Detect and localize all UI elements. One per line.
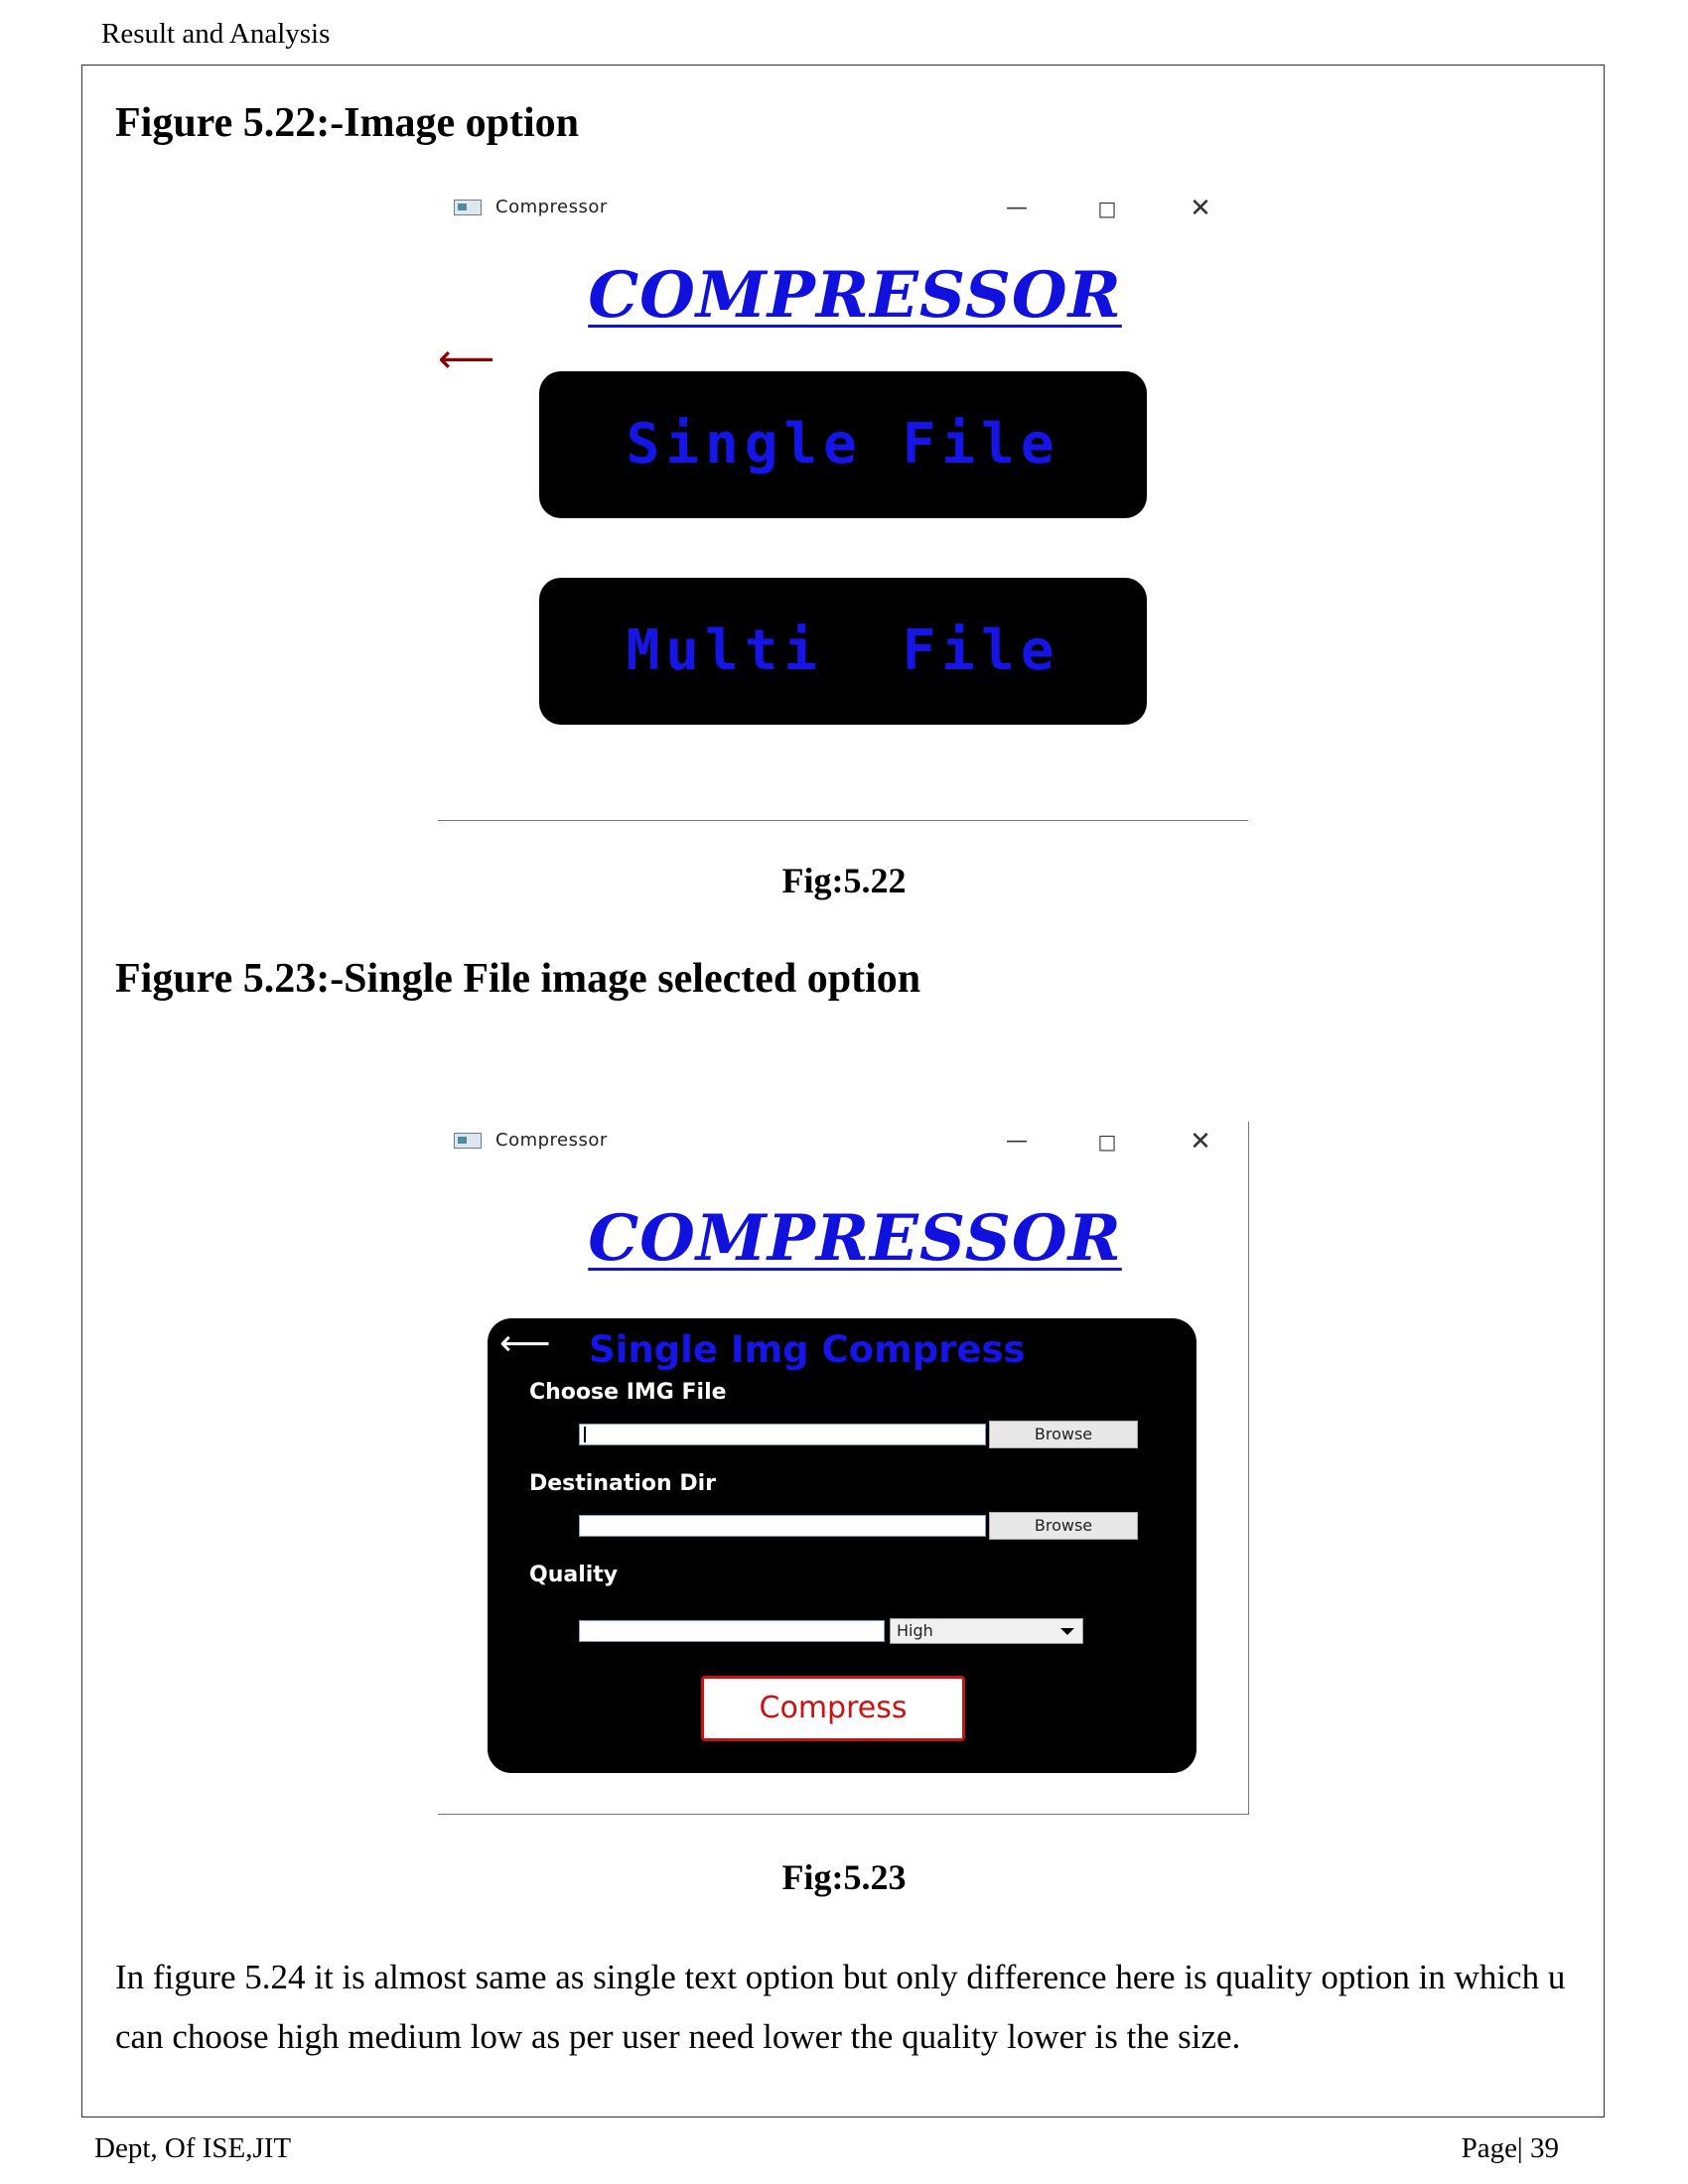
close-button[interactable]: ✕ <box>1171 1122 1230 1161</box>
figure-22-caption: Fig:5.22 <box>781 861 907 900</box>
quality-label: Quality <box>529 1563 619 1587</box>
window-title: Compressor <box>495 1130 608 1151</box>
back-arrow-icon[interactable]: ⟵ <box>499 1326 551 1362</box>
close-button[interactable]: ✕ <box>1171 189 1230 228</box>
quality-input[interactable] <box>579 1620 885 1642</box>
single-img-compress-panel: ⟵ Single Img Compress Choose IMG File Br… <box>488 1318 1196 1773</box>
quality-select[interactable]: High <box>890 1618 1083 1644</box>
panel-title: Single Img Compress <box>589 1328 1026 1371</box>
multi-file-button[interactable]: Multi File <box>539 578 1147 725</box>
choose-img-input[interactable] <box>579 1424 986 1445</box>
compressor-window-image-option: Compressor — □ ✕ COMPRESSOR ⟵ Single Fil… <box>438 189 1248 821</box>
back-arrow-icon[interactable]: ⟵ <box>438 340 494 379</box>
choose-img-label: Choose IMG File <box>529 1380 727 1405</box>
minimize-button[interactable]: — <box>987 1122 1047 1161</box>
window-title: Compressor <box>495 197 608 217</box>
body-paragraph: In figure 5.24 it is almost same as sing… <box>115 1958 1566 2056</box>
figure-23-caption: Fig:5.23 <box>781 1857 907 1897</box>
compressor-window-single-image: Compressor — □ ✕ COMPRESSOR ⟵ Single Img… <box>438 1122 1249 1815</box>
figure-23-heading: Figure 5.23:-Single File image selected … <box>115 956 921 1002</box>
minimize-button[interactable]: — <box>987 189 1047 228</box>
browse-image-button[interactable]: Browse <box>989 1421 1138 1448</box>
footer-page-number: Page| 39 <box>1461 2132 1559 2164</box>
destination-dir-label: Destination Dir <box>529 1471 716 1496</box>
destination-dir-input[interactable] <box>579 1515 986 1537</box>
single-file-button[interactable]: Single File <box>539 371 1147 518</box>
compress-button[interactable]: Compress <box>701 1676 965 1741</box>
app-icon <box>454 1133 482 1149</box>
compressor-logo: COMPRESSOR <box>588 258 1122 333</box>
compressor-logo: COMPRESSOR <box>588 1201 1122 1276</box>
text-caret <box>584 1427 586 1442</box>
app-icon <box>454 200 482 215</box>
maximize-button[interactable]: □ <box>1077 189 1137 228</box>
quality-selected-value: High <box>897 1621 933 1640</box>
chevron-down-icon <box>1060 1628 1074 1635</box>
running-header: Result and Analysis <box>101 18 331 50</box>
window-titlebar: Compressor — □ ✕ <box>438 1122 1248 1161</box>
browse-destination-button[interactable]: Browse <box>989 1512 1138 1540</box>
maximize-button[interactable]: □ <box>1077 1122 1137 1161</box>
figure-22-heading: Figure 5.22:-Image option <box>115 100 580 146</box>
footer-department: Dept, Of ISE,JIT <box>94 2132 292 2164</box>
window-titlebar: Compressor — □ ✕ <box>438 189 1248 228</box>
